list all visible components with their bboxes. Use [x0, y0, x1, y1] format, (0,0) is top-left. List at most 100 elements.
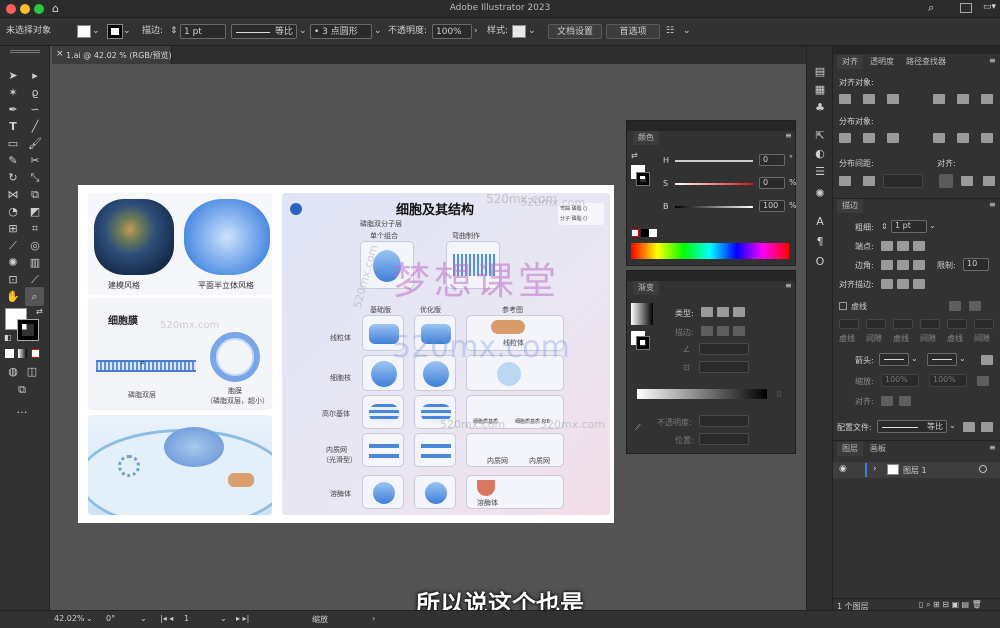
graph-tool-icon[interactable]: ▥ [27, 255, 43, 271]
white-swatch[interactable] [649, 229, 657, 237]
hue-slider[interactable] [675, 160, 753, 162]
align-to-artboard-icon[interactable] [983, 176, 995, 186]
freeform-gradient-icon[interactable] [733, 307, 745, 317]
none-swatch[interactable] [631, 229, 639, 237]
mesh-tool-icon[interactable]: ⌗ [27, 221, 43, 237]
align-left-icon[interactable] [839, 94, 851, 104]
stroke-color-swatch[interactable] [17, 319, 39, 341]
arrow-tip-at-end-icon[interactable] [899, 396, 911, 406]
distribute-right-icon[interactable] [981, 133, 993, 143]
color-panel-tab[interactable]: 颜色 [633, 131, 659, 145]
radial-gradient-icon[interactable] [717, 307, 729, 317]
close-tab-icon[interactable]: × [56, 49, 64, 59]
rotate-tool-icon[interactable]: ↻ [5, 170, 21, 186]
align-vcenter-icon[interactable] [957, 94, 969, 104]
gradient-panel-tab[interactable]: 渐变 [633, 281, 659, 295]
libraries-panel-icon[interactable]: ▦ [812, 82, 828, 98]
chevron-down-icon[interactable]: ⌄ [374, 24, 382, 39]
end-arrow-select[interactable] [927, 353, 957, 366]
live-paint-tool-icon[interactable]: ◩ [27, 204, 43, 220]
target-icon[interactable] [979, 465, 987, 473]
workspace-switcher-icon[interactable]: ▭▾ [983, 2, 996, 12]
distribute-bottom-icon[interactable] [887, 133, 899, 143]
end-scale-input[interactable]: 100% [929, 374, 967, 387]
align-stroke-center-icon[interactable] [881, 279, 893, 289]
distribute-left-icon[interactable] [933, 133, 945, 143]
brightness-input[interactable]: 100 [759, 200, 785, 212]
gap-input-1[interactable] [866, 319, 886, 329]
distribute-hspace-icon[interactable] [863, 176, 875, 186]
artboards-tab[interactable]: 画板 [865, 442, 891, 456]
color-mode-icon[interactable] [5, 349, 14, 358]
dash-align-icon[interactable] [969, 301, 981, 311]
panel-menu-icon[interactable]: ≡ [785, 131, 792, 140]
distribute-vcenter-icon[interactable] [863, 133, 875, 143]
eyedropper-tool-icon[interactable]: ⟋ [5, 238, 21, 254]
document-tab[interactable]: × 1.ai @ 42.02 % (RGB/预览) [52, 46, 172, 64]
lasso-tool-icon[interactable]: ϱ [27, 85, 43, 101]
character-panel-icon[interactable]: A [812, 214, 828, 230]
curvature-tool-icon[interactable]: ∽ [27, 102, 43, 118]
chevron-down-icon[interactable]: ⌄ [86, 614, 93, 623]
brightness-slider[interactable] [675, 206, 753, 208]
pathfinder-tab[interactable]: 路径查找器 [901, 55, 951, 69]
visibility-eye-icon[interactable]: ◉ [839, 464, 847, 474]
chevron-down-icon[interactable]: ⌄ [220, 614, 227, 623]
layer-name[interactable]: 图层 1 [903, 465, 927, 476]
symbols-panel-icon[interactable]: ♣ [812, 100, 828, 116]
round-join-icon[interactable] [897, 260, 909, 270]
rotation-value[interactable]: 0° [106, 614, 115, 623]
paintbrush-tool-icon[interactable]: 🖌 [27, 136, 43, 152]
symbol-sprayer-tool-icon[interactable]: ✺ [5, 255, 21, 271]
sun-icon[interactable]: ✺ [812, 186, 828, 202]
gap-input-2[interactable] [920, 319, 940, 329]
chevron-down-icon[interactable]: ⌄ [959, 354, 966, 363]
stroke-gradient-icon[interactable] [701, 326, 713, 336]
stroke-gradient-icon[interactable] [733, 326, 745, 336]
pen-tool-icon[interactable]: ✒ [5, 102, 21, 118]
stepper-icon[interactable]: ⇕ [170, 24, 178, 39]
align-stroke-outside-icon[interactable] [913, 279, 925, 289]
color-spectrum[interactable] [631, 243, 789, 259]
link-scale-icon[interactable] [977, 376, 989, 386]
export-panel-icon[interactable]: ⇱ [812, 128, 828, 144]
dash-input-3[interactable] [947, 319, 967, 329]
preferences-button[interactable]: 首选项 [606, 24, 660, 39]
draw-behind-icon[interactable]: ◫ [24, 364, 40, 380]
bevel-join-icon[interactable] [913, 260, 925, 270]
dash-input-1[interactable] [839, 319, 859, 329]
align-tab[interactable]: 对齐 [837, 55, 863, 69]
chevron-right-icon[interactable]: › [372, 614, 375, 623]
artboard-tool-icon[interactable]: ⊡ [5, 272, 21, 288]
screen-mode-icon[interactable]: ⧉ [14, 382, 30, 398]
free-transform-tool-icon[interactable]: ⧉ [27, 187, 43, 203]
pencil-tool-icon[interactable]: ✎ [5, 153, 21, 169]
flip-profile-icon[interactable] [963, 422, 975, 432]
distribute-vspace-icon[interactable] [839, 176, 851, 186]
chevron-down-icon[interactable]: ⌄ [949, 421, 956, 430]
align-stroke-inside-icon[interactable] [897, 279, 909, 289]
saturation-input[interactable]: 0 [759, 177, 785, 189]
type-tool-icon[interactable]: T [5, 119, 21, 135]
gap-input-3[interactable] [974, 319, 994, 329]
angle-input[interactable] [699, 343, 749, 355]
distribute-hcenter-icon[interactable] [957, 133, 969, 143]
quick-actions-icon[interactable]: ☷ [666, 24, 674, 39]
layers-tab[interactable]: 图层 [837, 442, 863, 456]
profile-select[interactable]: 等比 [877, 420, 947, 433]
stroke-gradient-icon[interactable] [717, 326, 729, 336]
spacing-input[interactable] [883, 174, 923, 188]
gradient-opacity-input[interactable] [699, 415, 749, 427]
edit-toolbar-icon[interactable]: … [14, 402, 30, 418]
gradient-preview[interactable] [631, 303, 653, 325]
chevron-down-icon[interactable]: ⌄ [299, 24, 307, 39]
align-top-icon[interactable] [933, 94, 945, 104]
magic-wand-tool-icon[interactable]: ✶ [5, 85, 21, 101]
chevron-down-icon[interactable]: ⌄ [92, 24, 100, 39]
search-icon[interactable]: ⌕ [928, 1, 934, 15]
align-right-icon[interactable] [887, 94, 899, 104]
slice-tool-icon[interactable]: ⟋ [27, 272, 43, 288]
next-artboard-icon[interactable]: ▸ ▸| [236, 614, 249, 623]
zoom-level[interactable]: 42.02% [54, 614, 85, 623]
arrange-documents-icon[interactable] [960, 3, 972, 13]
